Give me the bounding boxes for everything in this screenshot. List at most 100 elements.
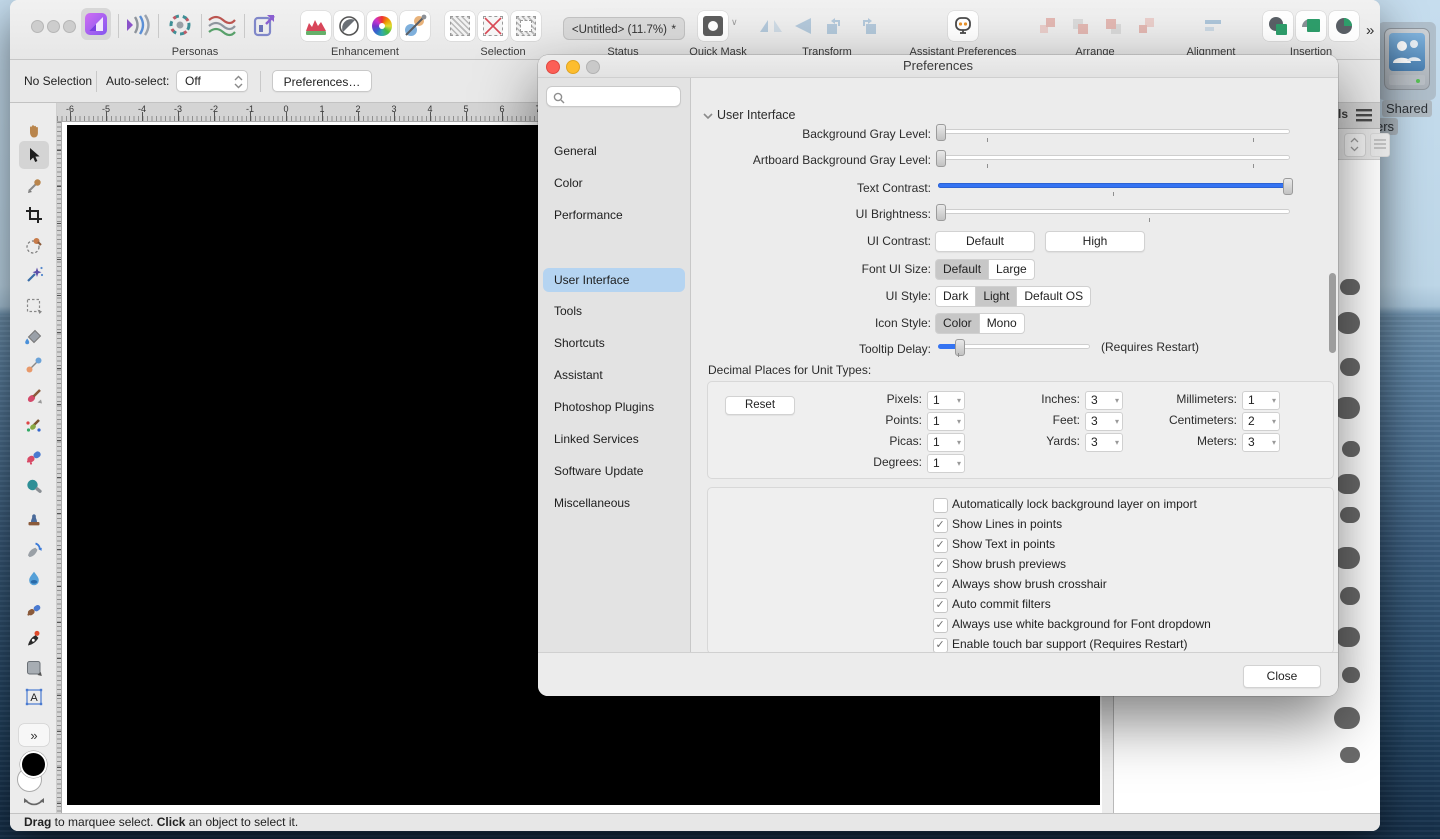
move-forward-icon[interactable]	[1069, 15, 1093, 37]
quick-mask-dropdown-chevron[interactable]: ∨	[731, 17, 738, 28]
checkbox-lock-background[interactable]	[933, 498, 948, 513]
text-contrast-slider[interactable]	[938, 183, 1290, 188]
text-tool[interactable]: A	[19, 683, 49, 711]
section-disclosure-icon[interactable]	[703, 112, 713, 120]
sidebar-item-assistant[interactable]: Assistant	[554, 364, 674, 386]
sidebar-item-miscellaneous[interactable]: Miscellaneous	[554, 492, 674, 514]
selection-border-button[interactable]	[511, 11, 541, 41]
ui-brightness-slider[interactable]	[938, 209, 1290, 214]
degrees-decimal-dropdown[interactable]: 1▾	[927, 454, 965, 473]
checkbox-lines-points[interactable]	[933, 518, 948, 533]
checkbox-touch-bar[interactable]	[933, 638, 948, 653]
ui-style-dark[interactable]: Dark	[935, 286, 976, 307]
sidebar-item-performance[interactable]: Performance	[554, 204, 674, 226]
icon-style-color[interactable]: Color	[935, 313, 980, 334]
auto-colour-button[interactable]	[367, 11, 397, 41]
move-to-front-icon[interactable]	[1036, 15, 1060, 37]
crop-tool[interactable]	[19, 201, 49, 229]
selection-hatched-button[interactable]	[445, 11, 475, 41]
clone-stamp-tool[interactable]	[19, 505, 49, 533]
colour-replacement-brush-tool[interactable]	[19, 411, 49, 439]
assistant-preferences-button[interactable]	[948, 11, 978, 41]
brush-preview[interactable]	[1336, 474, 1360, 494]
tooltip-delay-slider-thumb[interactable]	[955, 339, 965, 356]
brush-preview[interactable]	[1342, 441, 1360, 457]
ui-brightness-slider-thumb[interactable]	[936, 204, 946, 221]
shape-tool[interactable]	[19, 654, 49, 682]
millimeters-decimal-dropdown[interactable]: 1▾	[1242, 391, 1280, 410]
window-close-button[interactable]	[31, 20, 44, 33]
sidebar-item-shortcuts[interactable]: Shortcuts	[554, 332, 674, 354]
background-gray-slider-thumb[interactable]	[936, 124, 946, 141]
insert-on-top-button[interactable]	[1296, 11, 1326, 41]
reset-button[interactable]: Reset	[725, 396, 795, 415]
background-gray-slider[interactable]	[938, 129, 1290, 134]
dialog-titlebar[interactable]: Preferences	[538, 55, 1338, 78]
auto-select-dropdown[interactable]: Off	[176, 70, 248, 92]
export-persona-icon[interactable]	[252, 12, 278, 38]
toolbar-overflow-chevron[interactable]: »	[1366, 22, 1374, 39]
brush-preview[interactable]	[1336, 312, 1360, 334]
move-to-back-icon[interactable]	[1135, 15, 1159, 37]
paint-brush-tool[interactable]	[19, 382, 49, 410]
auto-contrast-button[interactable]	[334, 11, 364, 41]
meters-decimal-dropdown[interactable]: 3▾	[1242, 433, 1280, 452]
marquee-tool[interactable]	[19, 292, 49, 320]
sharpen-tool[interactable]	[19, 595, 49, 623]
flood-fill-tool[interactable]	[19, 322, 49, 350]
window-zoom-button[interactable]	[63, 20, 76, 33]
colour-picker-tool[interactable]	[19, 172, 49, 200]
flip-vertical-icon[interactable]	[791, 14, 815, 38]
sidebar-item-tools[interactable]: Tools	[554, 300, 674, 322]
pen-tool[interactable]	[19, 625, 49, 653]
dialog-scrollbar[interactable]	[1329, 273, 1336, 353]
flood-select-tool[interactable]	[19, 261, 49, 289]
panel-tab-fragment[interactable]: ls	[1338, 107, 1348, 121]
insert-inside-button[interactable]	[1329, 11, 1359, 41]
pixel-tool[interactable]	[19, 442, 49, 470]
brush-preview[interactable]	[1340, 507, 1360, 523]
font-ui-size-large[interactable]: Large	[989, 259, 1035, 280]
window-minimize-button[interactable]	[47, 20, 60, 33]
ui-style-default-os[interactable]: Default OS	[1017, 286, 1091, 307]
tone-mapping-persona-icon[interactable]	[207, 12, 237, 38]
text-contrast-slider-thumb[interactable]	[1283, 178, 1293, 195]
blur-tool[interactable]	[19, 565, 49, 593]
brush-preview[interactable]	[1340, 358, 1360, 376]
rotate-clockwise-icon[interactable]	[856, 14, 880, 38]
checkbox-white-font-dropdown[interactable]	[933, 618, 948, 633]
panel-stepper[interactable]	[1344, 133, 1366, 157]
undo-brush-tool[interactable]	[19, 535, 49, 563]
sidebar-item-user-interface[interactable]: User Interface	[554, 269, 674, 291]
sidebar-item-photoshop-plugins[interactable]: Photoshop Plugins	[554, 396, 674, 418]
close-button[interactable]: Close	[1243, 665, 1321, 688]
brush-preview[interactable]	[1342, 667, 1360, 683]
panel-grid-view-icon[interactable]	[1370, 133, 1390, 157]
preferences-button[interactable]: Preferences…	[272, 70, 372, 92]
deselect-button[interactable]	[478, 11, 508, 41]
ui-contrast-default-button[interactable]: Default	[935, 231, 1035, 252]
auto-levels-button[interactable]	[301, 11, 331, 41]
ui-style-light[interactable]: Light	[976, 286, 1017, 307]
prefs-search-input[interactable]	[546, 86, 681, 107]
flip-horizontal-icon[interactable]	[758, 14, 784, 38]
quick-mask-button[interactable]	[698, 11, 728, 41]
artboard-gray-slider-thumb[interactable]	[936, 150, 946, 167]
insert-behind-button[interactable]	[1263, 11, 1293, 41]
icon-style-mono[interactable]: Mono	[980, 313, 1025, 334]
rotate-counterclockwise-icon[interactable]	[823, 14, 847, 38]
move-tool[interactable]	[19, 141, 49, 169]
brush-preview[interactable]	[1340, 279, 1360, 295]
sidebar-item-linked-services[interactable]: Linked Services	[554, 428, 674, 450]
checkbox-brush-crosshair[interactable]	[933, 578, 948, 593]
gradient-tool[interactable]	[19, 351, 49, 379]
auto-white-balance-button[interactable]	[400, 11, 430, 41]
sidebar-item-general[interactable]: General	[554, 140, 674, 162]
checkbox-auto-commit[interactable]	[933, 598, 948, 613]
brush-preview[interactable]	[1340, 587, 1360, 605]
colour-swatches[interactable]	[16, 751, 52, 795]
swap-colours-icon[interactable]	[22, 797, 46, 809]
shared-computer-icon[interactable]	[1378, 22, 1436, 100]
sponge-tool[interactable]	[19, 473, 49, 501]
sidebar-item-color[interactable]: Color	[554, 172, 674, 194]
